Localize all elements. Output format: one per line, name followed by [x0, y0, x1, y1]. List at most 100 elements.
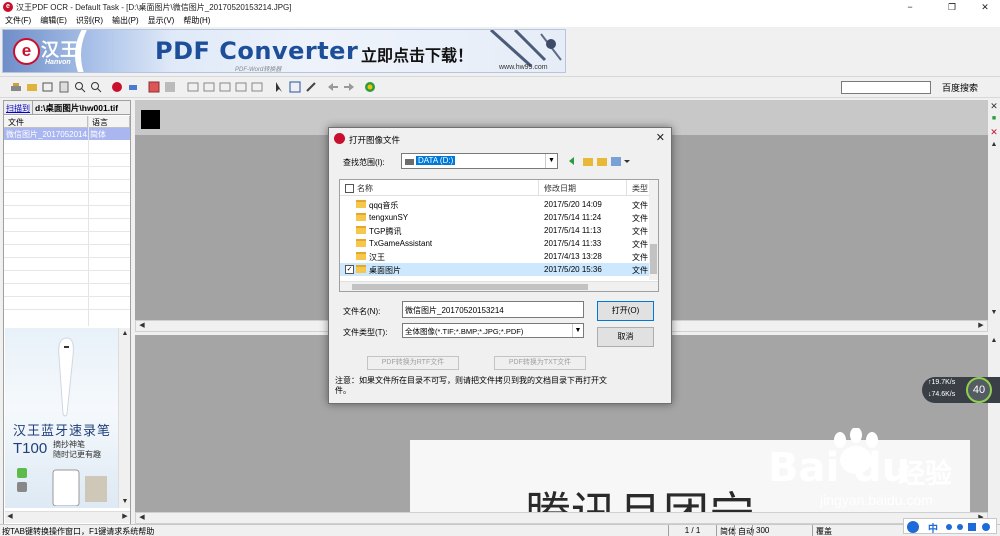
column-file[interactable]: 文件: [4, 116, 88, 127]
zoom-in-icon[interactable]: [74, 81, 86, 93]
table-icon[interactable]: [235, 81, 247, 93]
chevron-down-icon[interactable]: ▼: [572, 324, 583, 337]
scroll-left-icon[interactable]: ◀: [137, 513, 147, 523]
scroll-up-icon[interactable]: ▲: [989, 336, 999, 346]
column-language[interactable]: 语言: [88, 116, 130, 127]
folder-row[interactable]: qqq音乐 2017/5/20 14:09 文件: [340, 198, 650, 211]
pointer-icon[interactable]: [273, 81, 285, 93]
delete-icon[interactable]: ✕: [989, 127, 999, 137]
scroll-thumb[interactable]: [650, 244, 657, 274]
page-thumbnail[interactable]: [141, 110, 160, 129]
color-wheel-icon[interactable]: [364, 81, 376, 93]
open-button[interactable]: 打开(O): [597, 301, 654, 321]
menu-file[interactable]: 文件(F): [0, 14, 35, 27]
left-horizontal-scrollbar[interactable]: ◀ ▶: [5, 511, 130, 523]
banner-title: PDF Converter: [155, 37, 359, 65]
scroll-down-icon[interactable]: ▼: [120, 497, 130, 507]
column-name[interactable]: 名称: [357, 183, 373, 194]
close-pane-icon[interactable]: ✕: [989, 101, 999, 111]
folder-icon: [356, 200, 366, 208]
recognize-icon[interactable]: [111, 81, 123, 93]
table-row[interactable]: 微信图片_2017052014... 简体: [4, 128, 130, 140]
file-list[interactable]: 名称 修改日期 类型 qqq音乐 2017/5/20 14:09 文件 teng…: [339, 179, 659, 292]
ime-toolbar[interactable]: 中: [903, 518, 997, 535]
result-horizontal-scrollbar[interactable]: ◀ ▶: [135, 512, 988, 524]
cancel-button[interactable]: 取消: [597, 327, 654, 347]
scroll-down-icon[interactable]: ▼: [989, 308, 999, 318]
select-icon[interactable]: [289, 81, 301, 93]
ad-banner[interactable]: e 汉王 Hanvon PDF Converter 立即点击下载！ PDF-Wo…: [2, 29, 566, 73]
folder-date: 2017/4/13 13:28: [544, 252, 602, 261]
ime-tools-icon[interactable]: [944, 521, 994, 533]
filename-input[interactable]: 微信图片_20170520153214: [402, 301, 584, 318]
row-checkbox[interactable]: ✓: [345, 265, 354, 274]
filetype-label: 文件类型(T):: [343, 328, 388, 337]
look-in-select[interactable]: DATA (D:) ▼: [401, 153, 558, 169]
menu-recognize[interactable]: 识别(R): [71, 14, 107, 27]
forward-arrow-icon[interactable]: [343, 81, 355, 93]
region2-icon[interactable]: [203, 81, 215, 93]
open-folder-icon[interactable]: [26, 81, 38, 93]
ad-scrollbar[interactable]: ▲ ▼: [118, 328, 130, 508]
scroll-thumb[interactable]: [352, 284, 588, 290]
file-list-header: 名称 修改日期 类型: [340, 180, 658, 196]
pages-icon[interactable]: [58, 81, 70, 93]
region4-icon[interactable]: [251, 81, 263, 93]
minimize-button[interactable]: −: [895, 0, 925, 14]
dialog-title: 打开图像文件: [349, 135, 401, 145]
scroll-left-icon[interactable]: ◀: [137, 321, 147, 331]
folder-icon: [356, 226, 366, 234]
folder-icon: [356, 239, 366, 247]
tab-current-path[interactable]: d:\桌面图片\hw001.tif: [33, 101, 120, 114]
eraser-icon[interactable]: [127, 81, 139, 93]
scroll-up-icon[interactable]: ▲: [989, 140, 999, 150]
filetype-select[interactable]: 全体图像(*.TIF;*.BMP;*.JPG;*.PDF) ▼: [402, 323, 584, 338]
dialog-close-button[interactable]: ✕: [656, 131, 665, 144]
file-panel: 扫描到 d:\桌面图片\hw001.tif 文件 语言 微信图片_2017052…: [3, 100, 131, 525]
zoom-out-icon[interactable]: [90, 81, 102, 93]
scroll-right-icon[interactable]: ▶: [120, 512, 130, 522]
batch-icon[interactable]: [42, 81, 54, 93]
dialog-app-icon: [334, 133, 345, 144]
pen-ad[interactable]: 汉王蓝牙速录笔 T100 摘抄神笔 随时记更有趣: [5, 328, 118, 508]
menu-view[interactable]: 显示(V): [143, 14, 179, 27]
tab-scan-to[interactable]: 扫描到: [4, 101, 33, 114]
region3-icon[interactable]: [219, 81, 231, 93]
folder-row[interactable]: 汉王 2017/4/13 13:28 文件: [340, 250, 650, 263]
scroll-up-icon[interactable]: ▲: [120, 329, 130, 339]
convert-to-txt-button[interactable]: PDF转换为TXT文件: [494, 356, 586, 370]
folder-row[interactable]: tengxunSY 2017/5/14 11:24 文件: [340, 211, 650, 224]
convert-to-rtf-button[interactable]: PDF转换为RTF文件: [367, 356, 459, 370]
column-divider: [538, 180, 539, 196]
column-date[interactable]: 修改日期: [544, 183, 576, 194]
ad-title: 汉王蓝牙速录笔: [13, 423, 112, 438]
column-divider: [88, 116, 89, 326]
green-tool-icon[interactable]: ■: [989, 114, 999, 124]
column-type[interactable]: 类型: [632, 183, 648, 194]
network-speed-widget[interactable]: ↑19.7K/s ↓74.6K/s 40: [922, 377, 1000, 403]
app-logo-icon: e: [3, 2, 13, 12]
menu-output[interactable]: 输出(P): [107, 14, 143, 27]
folder-row[interactable]: TGP腾讯 2017/5/14 11:13 文件: [340, 224, 650, 237]
maximize-button[interactable]: ❐: [937, 0, 967, 14]
layout-icon[interactable]: [148, 81, 160, 93]
file-list-horizontal-scrollbar[interactable]: [340, 281, 658, 291]
menu-edit[interactable]: 编辑(E): [35, 14, 71, 27]
region-icon[interactable]: [187, 81, 199, 93]
scroll-right-icon[interactable]: ▶: [976, 321, 986, 331]
search-input[interactable]: [841, 81, 931, 94]
select-all-checkbox[interactable]: [345, 184, 354, 193]
file-list-vertical-scrollbar[interactable]: [649, 180, 658, 280]
folder-row[interactable]: TxGameAssistant 2017/5/14 11:33 文件: [340, 237, 650, 250]
menu-help[interactable]: 帮助(H): [178, 14, 214, 27]
pen-icon[interactable]: [305, 81, 317, 93]
layout2-icon[interactable]: [164, 81, 176, 93]
folder-row-selected[interactable]: ✓ 桌面图片 2017/5/20 15:36 文件: [340, 263, 650, 276]
chevron-down-icon[interactable]: ▼: [545, 154, 557, 168]
scroll-left-icon[interactable]: ◀: [5, 512, 15, 522]
close-window-button[interactable]: ✕: [970, 0, 1000, 14]
back-arrow-icon[interactable]: [327, 81, 339, 93]
baidu-search-button[interactable]: 百度搜索: [942, 81, 978, 94]
ime-language[interactable]: 中: [928, 520, 938, 535]
scan-icon[interactable]: [10, 81, 22, 93]
